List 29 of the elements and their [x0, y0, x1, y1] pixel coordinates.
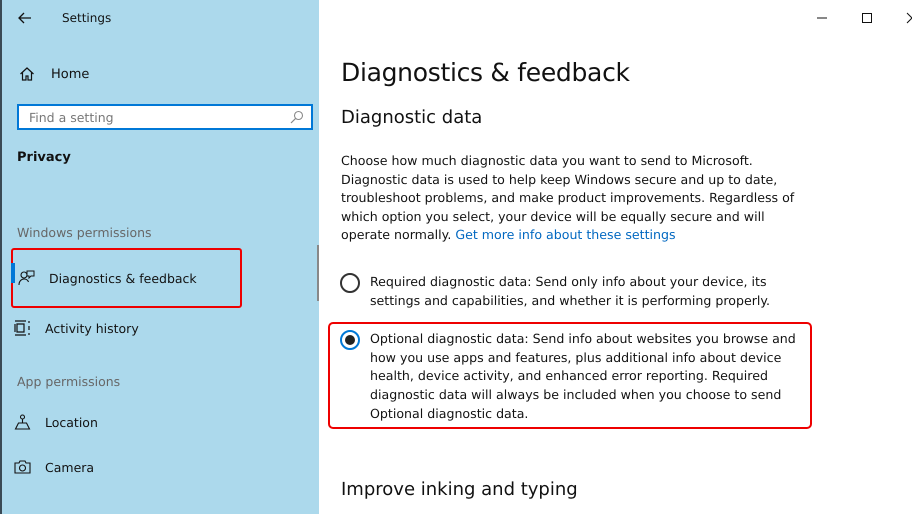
nav-item[interactable]: Activity history [0, 308, 319, 348]
section-heading: Diagnostic data [341, 107, 484, 128]
description-text: Choose how much diagnostic data you want to send to Microsoft. Diagnostic data is used to help keep Windows secure and up to date, troubleshoot problems, and make product improvements. Regardless of which option you select, your device will be equally secure and will operate normally. Get more info about these settings [341, 152, 796, 244]
camera-icon [14, 460, 31, 474]
maximize-icon[interactable] [861, 12, 873, 24]
location-icon [14, 414, 31, 430]
close-icon[interactable] [906, 12, 912, 24]
section-title: Privacy [17, 150, 72, 165]
page-title: Diagnostics & feedback [341, 58, 631, 87]
nav-item[interactable]: Location [0, 397, 319, 447]
info-link[interactable]: Get more info about these settings [455, 227, 676, 242]
window-title: Settings [62, 11, 112, 25]
section-heading: Improve inking and typing [341, 479, 579, 500]
nav-item[interactable]: Diagnostics & feedback [11, 248, 242, 308]
home-link[interactable]: Home [19, 58, 319, 90]
group-heading: Windows permissions [17, 225, 153, 240]
timeline-icon [14, 320, 31, 336]
search-field[interactable]: Find a setting [17, 104, 313, 130]
back-icon[interactable] [18, 12, 32, 24]
home-icon [19, 66, 35, 82]
option-label: Optional diagnostic data: Send info about websites you browse and how you use apps and features, plus additional info about device health, device activity, and enhanced error reporting. Required diagnostic data will always be included when you choose to send Optional diagnostic data. [370, 330, 797, 423]
group-heading: App permissions [17, 374, 122, 389]
scrollbar[interactable] [317, 245, 319, 301]
search-icon [290, 110, 304, 124]
radio-button[interactable] [340, 272, 360, 293]
radio-button[interactable] [340, 330, 360, 350]
nav-item[interactable]: Camera [0, 447, 319, 487]
option-label: Required diagnostic data: Send only info about your device, its settings and capabilities, and whether it is performing properly. [370, 272, 772, 310]
person-feedback-icon [18, 270, 35, 286]
